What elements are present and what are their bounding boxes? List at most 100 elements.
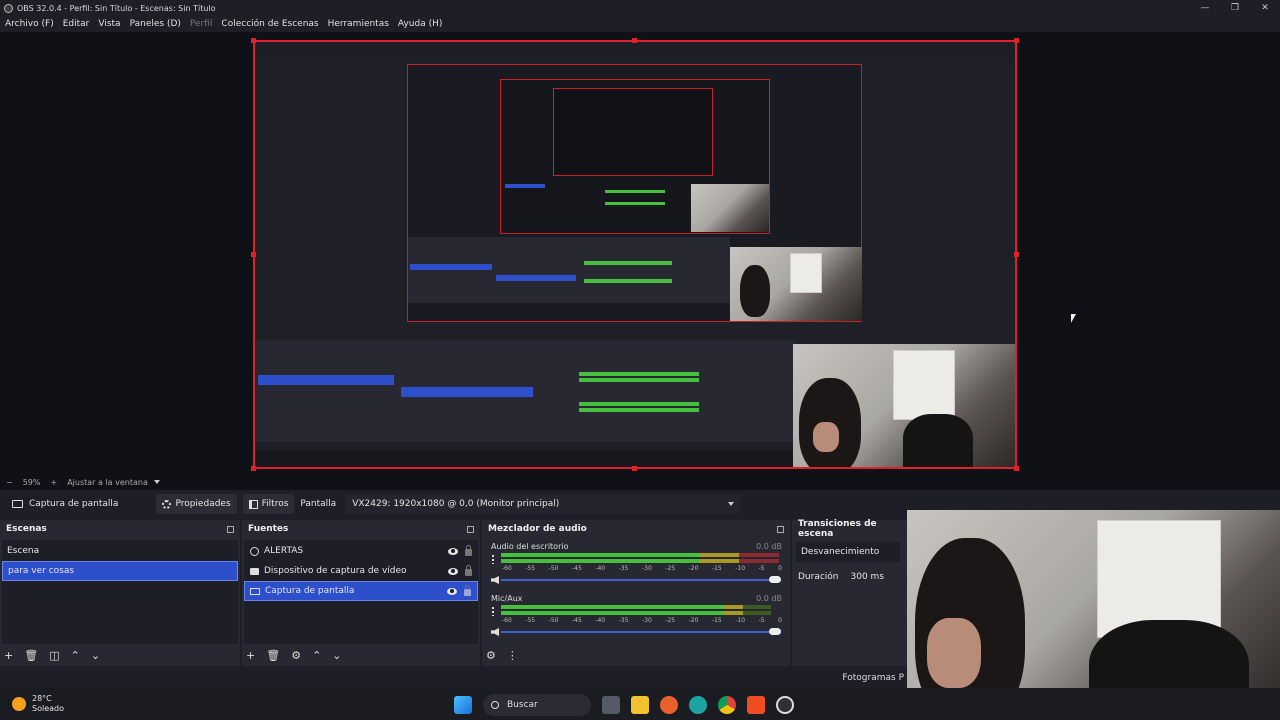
title-bar: OBS 32.0.4 - Perfil: Sin Título - Escena… — [0, 0, 1280, 16]
source-item-label: Dispositivo de captura de vídeo — [264, 566, 407, 576]
menu-coleccion-escenas[interactable]: Colección de Escenas — [221, 19, 318, 29]
mixer-menu-icon[interactable]: ⋮ — [507, 649, 518, 662]
weather-widget[interactable]: 28°C Soleado — [12, 694, 64, 714]
remove-scene-trash-icon[interactable]: 🗑 — [24, 649, 38, 662]
volume-slider-knob[interactable] — [769, 576, 781, 583]
nested-scene-selected — [410, 264, 492, 270]
firefox-icon[interactable] — [660, 696, 678, 714]
canvas-webcam-hand — [813, 422, 839, 452]
remove-source-trash-icon[interactable]: 🗑 — [266, 649, 280, 662]
canvas-meter-2 — [579, 402, 699, 406]
nested-meter-2 — [605, 202, 665, 205]
meter-warning — [723, 605, 743, 609]
canvas-meter-1 — [579, 372, 699, 376]
duration-row: Duración 300 ms — [792, 566, 884, 588]
zoom-in-button[interactable]: + — [50, 478, 57, 487]
handle-bottom-right[interactable] — [1014, 466, 1019, 471]
menu-paneles[interactable]: Paneles (D) — [130, 19, 181, 29]
zoom-fit-chevron-icon[interactable] — [153, 480, 160, 484]
lock-icon[interactable] — [465, 545, 472, 556]
source-item-video-capture[interactable]: Dispositivo de captura de vídeo — [244, 561, 478, 581]
track-db: 0.0 dB — [756, 542, 782, 551]
handle-top-center[interactable] — [632, 38, 637, 43]
windows-start-icon[interactable] — [454, 696, 472, 714]
eye-icon[interactable] — [447, 587, 457, 595]
lock-icon[interactable] — [464, 585, 471, 596]
source-item-screen-capture[interactable]: Captura de pantalla — [244, 581, 478, 601]
handle-middle-right[interactable] — [1014, 252, 1019, 257]
move-source-up-chevron-icon[interactable]: ⌃ — [312, 649, 321, 662]
file-explorer-icon[interactable] — [631, 696, 649, 714]
weather-temp: 28°C — [32, 694, 52, 703]
task-view-icon[interactable] — [602, 696, 620, 714]
close-button[interactable]: ✕ — [1250, 0, 1280, 16]
taskbar: 28°C Soleado Buscar — [0, 688, 1280, 720]
handle-bottom-left[interactable] — [251, 466, 256, 471]
speaker-icon[interactable] — [491, 576, 499, 584]
properties-button[interactable]: Propiedades — [156, 494, 237, 514]
weather-condition: Soleado — [32, 704, 64, 713]
duration-input[interactable]: 300 ms — [851, 572, 885, 582]
scenes-title: Escenas — [6, 524, 47, 534]
move-source-down-chevron-icon[interactable]: ⌄ — [332, 649, 341, 662]
handle-top-left[interactable] — [251, 38, 256, 43]
menu-archivo[interactable]: Archivo (F) — [5, 19, 54, 29]
nested-preview-2 — [500, 79, 770, 234]
edge-icon[interactable] — [689, 696, 707, 714]
menu-editar[interactable]: Editar — [63, 19, 90, 29]
scene-item-para-ver-cosas[interactable]: para ver cosas — [2, 561, 238, 581]
nested-source-selected — [496, 275, 576, 281]
add-source-button[interactable]: + — [246, 649, 255, 662]
meter-level — [501, 559, 699, 563]
meter-level — [501, 611, 723, 615]
transition-select[interactable]: Desvanecimiento — [796, 542, 900, 562]
monitor-icon — [12, 500, 23, 508]
eye-icon[interactable] — [448, 547, 458, 555]
filters-button[interactable]: Filtros — [242, 494, 295, 514]
weather-text: 28°C Soleado — [32, 694, 64, 714]
scene-filters-icon[interactable]: ◫ — [49, 649, 59, 662]
track-menu-icon[interactable] — [492, 607, 494, 616]
handle-middle-left[interactable] — [251, 252, 256, 257]
undock-icon[interactable] — [227, 525, 234, 533]
minimize-button[interactable]: — — [1190, 0, 1220, 16]
window-controls: — ❐ ✕ — [1190, 0, 1280, 16]
globe-icon — [249, 546, 259, 556]
zoom-out-button[interactable]: − — [6, 478, 13, 487]
menu-perfil[interactable]: Perfil — [190, 19, 213, 29]
volume-slider-knob[interactable] — [769, 628, 781, 635]
source-item-controls — [447, 585, 471, 596]
move-scene-up-chevron-icon[interactable]: ⌃ — [71, 649, 80, 662]
current-source-name: Captura de pantalla — [29, 499, 119, 509]
volume-slider[interactable] — [501, 628, 781, 635]
speaker-icon[interactable] — [491, 628, 499, 636]
undock-icon[interactable] — [777, 525, 784, 533]
display-select[interactable]: VX2429: 1920x1080 @ 0,0 (Monitor princip… — [346, 494, 741, 514]
obs-taskbar-icon[interactable] — [776, 696, 794, 714]
zoom-fit-dropdown[interactable]: Ajustar a la ventana — [67, 478, 148, 487]
brave-icon[interactable] — [747, 696, 765, 714]
handle-bottom-center[interactable] — [632, 466, 637, 471]
source-item-alertas[interactable]: ALERTAS — [244, 541, 478, 561]
handle-top-right[interactable] — [1014, 38, 1019, 43]
lock-icon[interactable] — [465, 565, 472, 576]
menu-ayuda[interactable]: Ayuda (H) — [398, 19, 442, 29]
move-scene-down-chevron-icon[interactable]: ⌄ — [91, 649, 100, 662]
source-properties-gear-icon[interactable]: ⚙ — [291, 649, 301, 662]
mixer-settings-gear-icon[interactable]: ⚙ — [486, 649, 496, 662]
volume-slider[interactable] — [501, 576, 781, 583]
menu-vista[interactable]: Vista — [98, 19, 120, 29]
preview-canvas[interactable] — [253, 40, 1017, 469]
maximize-button[interactable]: ❐ — [1220, 0, 1250, 16]
undock-icon[interactable] — [467, 525, 474, 533]
taskbar-search[interactable]: Buscar — [483, 694, 591, 716]
chrome-icon[interactable] — [718, 696, 736, 714]
track-menu-icon[interactable] — [492, 555, 494, 564]
scene-item-escena[interactable]: Escena — [2, 541, 238, 561]
transition-select-value: Desvanecimiento — [801, 547, 880, 557]
eye-icon[interactable] — [448, 567, 458, 575]
menu-herramientas[interactable]: Herramientas — [328, 19, 389, 29]
source-item-controls — [448, 565, 472, 576]
add-scene-button[interactable]: + — [4, 649, 13, 662]
mixer-dock-header: Mezclador de audio — [482, 520, 790, 538]
